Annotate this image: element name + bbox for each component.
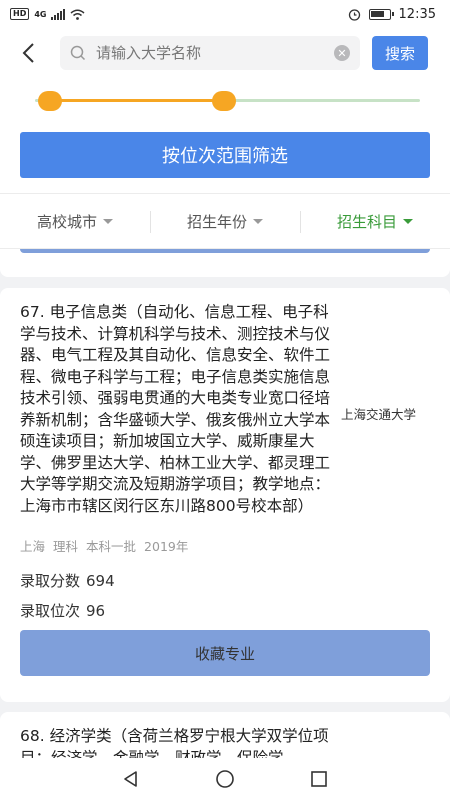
rank-filter-button[interactable]: 按位次范围筛选 bbox=[20, 132, 430, 178]
slider-max-handle[interactable] bbox=[211, 91, 236, 111]
signal-icon bbox=[51, 8, 66, 20]
nav-back-button[interactable] bbox=[116, 764, 146, 794]
slider-min-handle[interactable] bbox=[38, 91, 63, 111]
status-bar: HD 4G 12:35 bbox=[0, 0, 450, 28]
major-card: 67. 电子信息类（自动化、信息工程、电子科学与技术、计算机科学与技术、测控技术… bbox=[0, 288, 450, 702]
tab-label: 招生科目 bbox=[336, 212, 397, 231]
admission-rank: 录取位次 96 bbox=[20, 600, 105, 621]
tab-university-city[interactable]: 高校城市 bbox=[0, 194, 150, 248]
school-name[interactable]: 上海交通大学 bbox=[341, 404, 416, 423]
caret-down-icon bbox=[103, 218, 113, 224]
system-nav-bar bbox=[0, 758, 450, 800]
search-button[interactable]: 搜索 bbox=[372, 36, 428, 70]
meta-batch: 本科一批 bbox=[86, 539, 137, 554]
battery-level bbox=[370, 10, 384, 17]
back-arrow-icon bbox=[22, 43, 34, 63]
battery-icon bbox=[368, 8, 394, 20]
rank-value: 96 bbox=[86, 602, 106, 620]
status-right: 12:35 bbox=[348, 7, 436, 22]
status-left: HD 4G bbox=[10, 8, 85, 20]
nav-home-icon bbox=[216, 770, 234, 788]
caret-down-icon bbox=[253, 218, 263, 224]
meta-subject: 理科 bbox=[53, 539, 79, 554]
back-button[interactable] bbox=[0, 28, 56, 78]
meta-region: 上海 bbox=[20, 539, 46, 554]
hd-badge: HD bbox=[10, 8, 30, 20]
tab-label: 高校城市 bbox=[36, 212, 97, 231]
major-title: 67. 电子信息类（自动化、信息工程、电子科学与技术、计算机科学与技术、测控技术… bbox=[20, 303, 331, 515]
nav-back-icon bbox=[124, 771, 137, 787]
major-meta: 上海 理科 本科一批 2019年 bbox=[20, 536, 188, 555]
slider-active-range bbox=[50, 99, 224, 102]
tab-label: 招生年份 bbox=[186, 212, 247, 231]
rank-range-slider bbox=[0, 78, 450, 123]
search-icon bbox=[70, 45, 86, 61]
meta-year: 2019年 bbox=[144, 539, 189, 554]
score-label: 录取分数 bbox=[20, 572, 81, 590]
caret-down-icon bbox=[403, 218, 413, 224]
nav-home-button[interactable] bbox=[210, 764, 240, 794]
collect-major-button[interactable]: 收藏专业 bbox=[20, 630, 430, 676]
search-input[interactable] bbox=[96, 44, 334, 62]
tab-enrollment-year[interactable]: 招生年份 bbox=[150, 194, 300, 248]
filter-tabs: 高校城市 招生年份 招生科目 bbox=[0, 193, 450, 249]
search-header: ✕ 搜索 bbox=[0, 28, 450, 78]
status-time: 12:35 bbox=[398, 6, 436, 22]
previous-collect-button[interactable] bbox=[20, 249, 430, 253]
nav-recents-button[interactable] bbox=[304, 764, 334, 794]
search-box[interactable]: ✕ bbox=[60, 36, 360, 70]
tab-enrollment-subject[interactable]: 招生科目 bbox=[300, 194, 450, 248]
alarm-icon bbox=[348, 8, 360, 21]
clear-icon[interactable]: ✕ bbox=[334, 45, 350, 61]
score-value: 694 bbox=[86, 572, 115, 590]
network-type: 4G bbox=[34, 9, 47, 19]
filter-area: 按位次范围筛选 bbox=[0, 123, 450, 193]
nav-recents-icon bbox=[311, 771, 327, 787]
rank-label: 录取位次 bbox=[20, 602, 81, 620]
previous-card bbox=[0, 249, 450, 277]
wifi-icon bbox=[71, 9, 85, 20]
admission-score: 录取分数 694 bbox=[20, 570, 115, 591]
